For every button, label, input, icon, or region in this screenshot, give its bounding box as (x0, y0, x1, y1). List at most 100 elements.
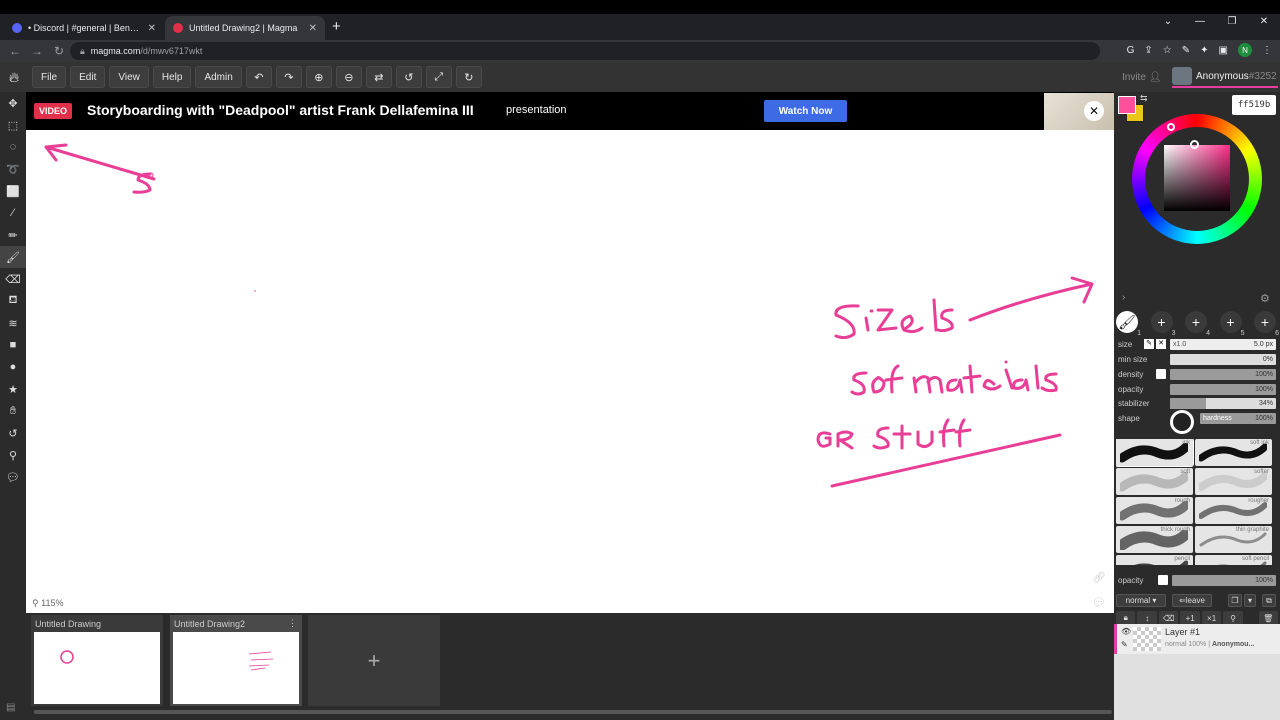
undo-icon[interactable]: ↶ (245, 66, 272, 88)
close-tab-icon[interactable]: ✕ (309, 23, 317, 34)
eyedropper-icon[interactable]: ⁄ (0, 202, 26, 224)
brush-preset[interactable]: soft pencil (1195, 555, 1272, 565)
pencil-icon[interactable]: ✏ (0, 224, 26, 246)
filmstrip-icon[interactable]: ▤ (6, 702, 15, 713)
back-icon[interactable]: ← (4, 44, 26, 58)
layer-opacity-checkbox[interactable] (1158, 575, 1168, 585)
comment-icon[interactable]: 💬︎ (0, 466, 26, 488)
tab-discord[interactable]: • Discord | #general | Bendy and ✕ (4, 16, 164, 40)
layer-opacity-slider[interactable]: 100% (1172, 574, 1276, 586)
brush-preset[interactable]: thin graphite (1195, 526, 1272, 553)
brush-preset[interactable]: ink (1116, 439, 1194, 467)
profile-avatar[interactable]: N (1238, 43, 1252, 57)
chat-icon[interactable]: 💬︎ (1092, 596, 1106, 609)
brush-shape-preview[interactable] (1170, 410, 1194, 434)
layer-merge-icon[interactable]: ⧉ (1262, 594, 1276, 607)
add-layer-button[interactable]: +1 (1180, 611, 1200, 625)
drawing-canvas[interactable]: 🔗︎ 💬︎ (26, 130, 1114, 613)
clear-layer-icon[interactable]: ⌫ (1158, 611, 1179, 625)
watch-now-button[interactable]: Watch Now (764, 100, 847, 122)
move-layer-icon[interactable]: ↕ (1137, 611, 1157, 625)
magma-logo-icon[interactable]: 🔥︎ (4, 67, 24, 87)
invite-button[interactable]: Invite 👤︎ (1122, 72, 1161, 83)
tab-magma[interactable]: Untitled Drawing2 | Magma ✕ (165, 16, 325, 40)
zoom-indicator[interactable]: ⚲ 115% (32, 598, 63, 609)
tab-search-icon[interactable]: ⌄ (1152, 16, 1184, 27)
minimize-icon[interactable]: — (1184, 16, 1216, 27)
brush-slot-add[interactable]: +6 (1254, 311, 1279, 337)
brush-slot-add[interactable]: +4 (1185, 311, 1210, 337)
move-tool-icon[interactable]: ✥ (0, 92, 26, 114)
sv-picker-handle[interactable] (1190, 140, 1199, 149)
rectangle-icon[interactable]: ■ (0, 334, 26, 356)
brush-icon[interactable]: 🖌︎ (0, 246, 26, 268)
extension-icon[interactable]: ✎ (1182, 45, 1190, 56)
circle-select-icon[interactable]: ◌ (0, 136, 26, 158)
layer-duplicate-icon[interactable]: ❐ (1228, 594, 1242, 607)
hue-picker-handle[interactable] (1167, 123, 1175, 131)
smudge-icon[interactable]: ≋ (0, 312, 26, 334)
share-icon[interactable]: ⇪ (1144, 45, 1152, 56)
expand-arrow-icon[interactable]: › (1122, 292, 1125, 303)
kebab-menu-icon[interactable]: ⋮ (1262, 45, 1272, 56)
brush-preset[interactable]: rougher (1195, 497, 1272, 524)
size-lock-icon[interactable]: ✕ (1156, 339, 1166, 349)
brush-slot-add[interactable]: +3 (1150, 311, 1176, 337)
brush-preset[interactable]: soft ink (1195, 439, 1272, 466)
swap-colors-icon[interactable]: ⇆ (1140, 93, 1148, 104)
drawing-card[interactable]: Untitled Drawing2 ⋮ (170, 615, 302, 706)
hardness-slider[interactable]: hardness 100% (1200, 412, 1276, 424)
zoom-in-icon[interactable]: ⊕ (305, 66, 332, 88)
brush-preset[interactable]: softer (1195, 468, 1272, 495)
drawing-card[interactable]: Untitled Drawing (31, 615, 163, 706)
brush-preset[interactable]: soft (1116, 468, 1193, 495)
layer-row[interactable]: 👁︎ ✎ Layer #1 normal 100% | Anonymou... (1114, 624, 1280, 654)
close-tab-icon[interactable]: ✕ (148, 23, 156, 34)
pressure-icon[interactable]: ✎ (1144, 339, 1154, 349)
paint-bucket-icon[interactable]: ⛾ (0, 290, 26, 312)
density-slider[interactable]: 100% (1170, 368, 1276, 380)
redo-icon[interactable]: ↷ (275, 66, 302, 88)
user-chip[interactable]: Anonymous#3252 (1172, 66, 1278, 88)
admin-menu[interactable]: Admin (195, 66, 242, 88)
eye-icon[interactable]: 👁︎ (1121, 627, 1131, 636)
close-window-icon[interactable]: ✕ (1248, 16, 1280, 27)
puzzle-icon[interactable]: ✦ (1200, 45, 1208, 56)
card-menu-icon[interactable]: ⋮ (288, 618, 297, 629)
layer-dropdown-icon[interactable]: ▾ (1244, 594, 1256, 607)
new-tab-button[interactable]: + (332, 18, 341, 35)
rotate-view-icon[interactable]: ↺ (0, 422, 26, 444)
google-icon[interactable]: G (1127, 45, 1135, 56)
link-icon[interactable]: 🔗︎ (1092, 571, 1106, 584)
reload-icon[interactable]: ↻ (48, 44, 70, 58)
rect-select-icon[interactable]: ⬚ (0, 114, 26, 136)
opacity-slider[interactable]: 100% (1170, 383, 1276, 395)
primary-color-swatch[interactable] (1118, 96, 1136, 114)
search-layer-icon[interactable]: ⚲ (1223, 611, 1243, 625)
brush-preset[interactable]: thick rough (1116, 526, 1193, 553)
forward-icon[interactable]: → (26, 44, 48, 58)
maximize-icon[interactable]: ❐ (1216, 16, 1248, 27)
remove-layer-button[interactable]: ×1 (1201, 611, 1222, 625)
brush-slot-add[interactable]: +5 (1219, 311, 1245, 337)
close-banner-icon[interactable]: ✕ (1084, 101, 1104, 121)
zoom-out-icon[interactable]: ⊖ (335, 66, 362, 88)
add-drawing-button[interactable]: + (308, 615, 440, 706)
leave-button[interactable]: ⇐ leave (1172, 594, 1212, 607)
zoom-tool-icon[interactable]: ⚲ (0, 444, 26, 466)
stabilizer-slider[interactable]: 34% (1170, 397, 1276, 409)
address-bar[interactable]: 🔒︎ magma.com/d/mwv6717wkt (70, 42, 1100, 60)
hand-icon[interactable]: ✋︎ (0, 400, 26, 422)
fullscreen-icon[interactable]: ⤢ (425, 66, 452, 88)
lasso-icon[interactable]: ➰ (0, 158, 26, 180)
sidebar-icon[interactable]: ▣ (1219, 45, 1228, 56)
hex-color-field[interactable]: ff519b (1232, 95, 1276, 115)
file-menu[interactable]: File (32, 66, 67, 88)
brush-preset[interactable]: pencil (1116, 555, 1193, 565)
brush-preset[interactable]: rough (1116, 497, 1193, 524)
star-icon[interactable]: ★ (0, 378, 26, 400)
transform-icon[interactable]: ⬜ (0, 180, 26, 202)
blend-mode-select[interactable]: normal ▾ (1116, 594, 1166, 607)
lock-layer-icon[interactable]: 🔒︎ (1116, 611, 1136, 625)
minsize-slider[interactable]: 0% (1170, 353, 1276, 365)
